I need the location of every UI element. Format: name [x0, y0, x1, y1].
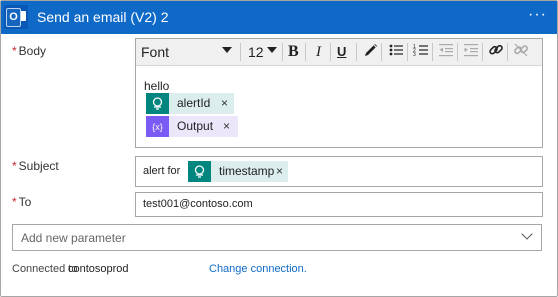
body-text: hello	[144, 79, 170, 93]
remove-token-button[interactable]: ×	[223, 116, 230, 137]
action-header[interactable]: O Send an email (V2) 2 ···	[1, 1, 557, 34]
alert-icon	[146, 93, 169, 114]
action-title: Send an email (V2) 2	[37, 9, 169, 25]
subject-prefix: alert for	[143, 165, 181, 177]
body-label: * Body	[12, 44, 47, 58]
body-content[interactable]: hello alertId × {x} Output ×	[136, 66, 542, 147]
subject-field[interactable]: alert for timestamp ×	[135, 156, 543, 187]
token-label: Output	[177, 119, 214, 133]
outlook-icon: O	[4, 5, 28, 29]
token-label: timestamp	[219, 164, 275, 178]
add-parameter-placeholder: Add new parameter	[21, 231, 126, 245]
connection-name: contosoprod	[68, 263, 129, 275]
bold-button[interactable]: B	[288, 42, 299, 62]
svg-text:{x}: {x}	[152, 122, 163, 132]
font-size-dropdown[interactable]: 12	[248, 42, 264, 62]
variable-icon: {x}	[146, 116, 169, 137]
decrease-indent-icon[interactable]	[438, 42, 454, 62]
to-field[interactable]: test001@contoso.com	[135, 192, 543, 217]
body-editor[interactable]: Font 12 B I U 123 hello alertId × {x} Ou…	[135, 38, 543, 148]
dynamic-token-alertid[interactable]: alertId ×	[146, 93, 234, 114]
unlink-icon[interactable]	[513, 42, 529, 62]
more-options-button[interactable]: ···	[528, 6, 547, 24]
action-card: O Send an email (V2) 2 ··· * Body Font 12…	[0, 0, 558, 297]
to-label: * To	[12, 195, 32, 209]
rich-text-toolbar: Font 12 B I U 123	[136, 39, 542, 66]
add-parameter-dropdown[interactable]: Add new parameter	[12, 224, 542, 251]
italic-button[interactable]: I	[316, 42, 321, 62]
pen-icon[interactable]	[363, 42, 379, 62]
link-icon[interactable]	[488, 42, 504, 62]
to-value: test001@contoso.com	[143, 198, 253, 210]
subject-label: * Subject	[12, 159, 59, 173]
increase-indent-icon[interactable]	[463, 42, 479, 62]
font-caret-icon[interactable]	[222, 47, 232, 53]
bullet-list-icon[interactable]	[388, 42, 404, 62]
remove-token-button[interactable]: ×	[276, 161, 283, 182]
dynamic-token-output[interactable]: {x} Output ×	[146, 116, 238, 137]
numbered-list-icon[interactable]: 123	[413, 42, 429, 62]
svg-text:3: 3	[413, 52, 416, 58]
remove-token-button[interactable]: ×	[221, 93, 228, 114]
chevron-down-icon	[521, 228, 533, 240]
change-connection-link[interactable]: Change connection.	[209, 263, 307, 275]
size-caret-icon[interactable]	[267, 47, 277, 53]
alert-icon	[188, 161, 211, 182]
token-label: alertId	[177, 96, 211, 110]
font-family-dropdown[interactable]: Font	[141, 42, 169, 62]
underline-button[interactable]: U	[337, 42, 346, 62]
dynamic-token-timestamp[interactable]: timestamp ×	[188, 161, 288, 182]
